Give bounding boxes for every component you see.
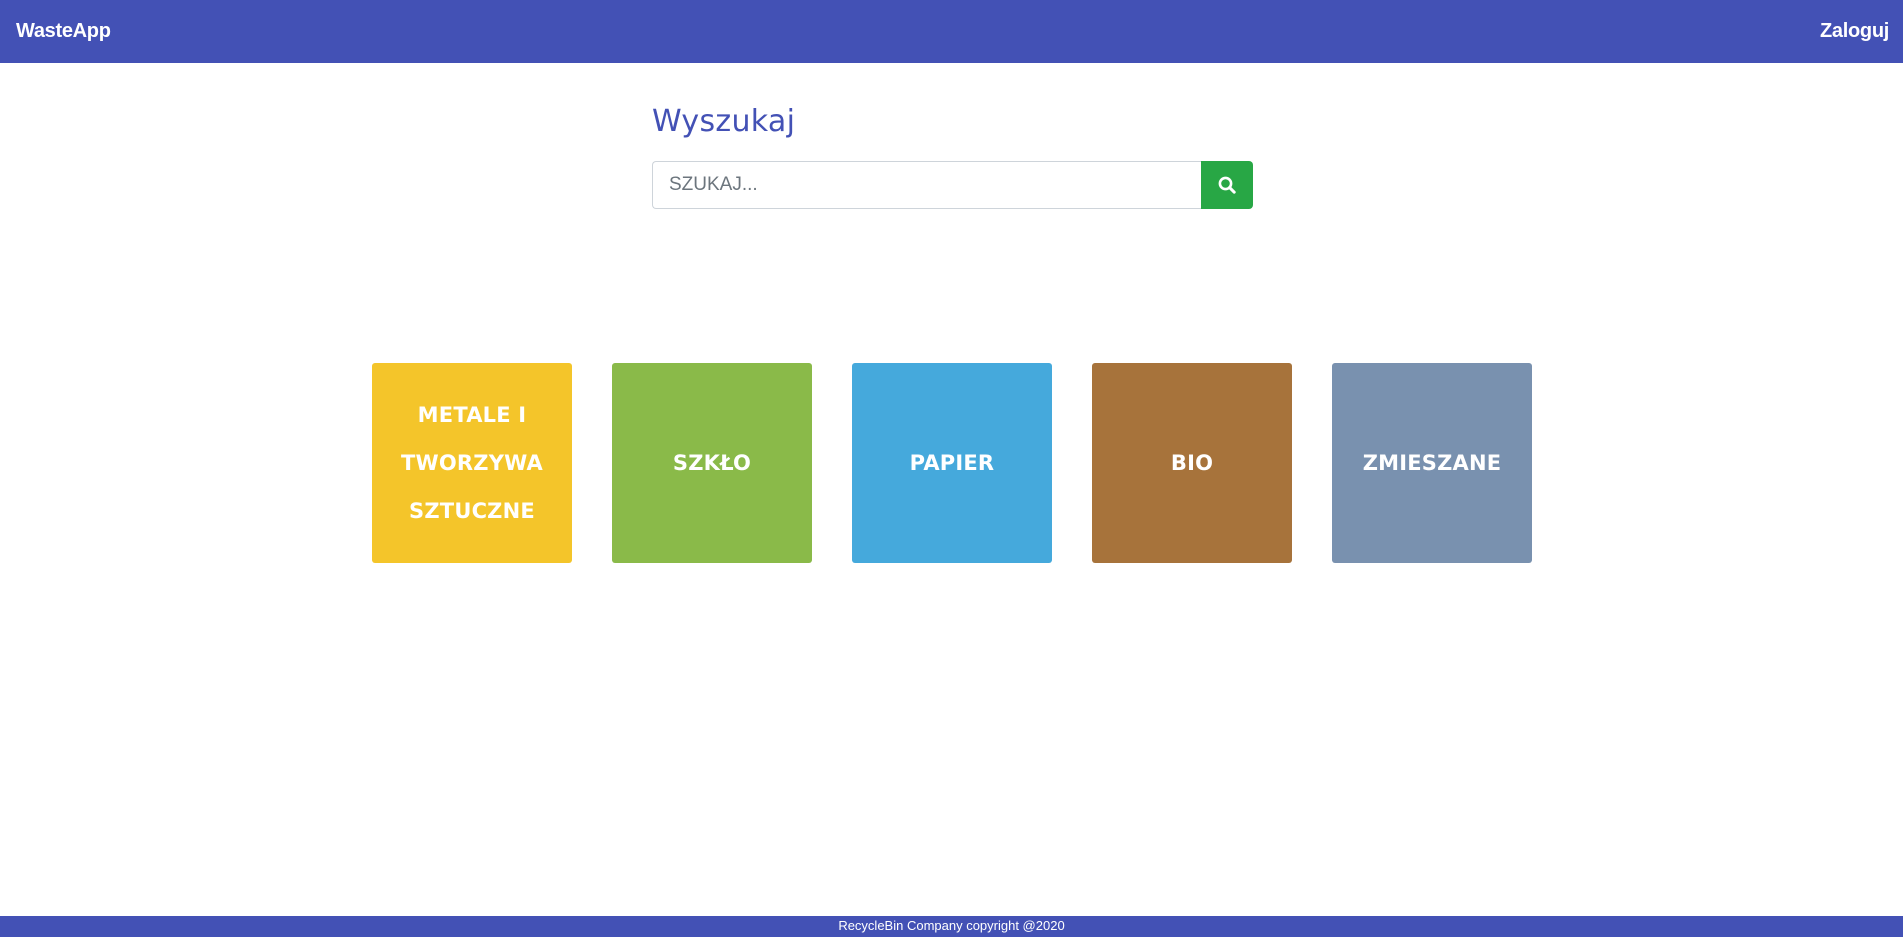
search-button[interactable] (1201, 161, 1253, 209)
category-tile-metale-tworzywa[interactable]: METALE I TWORZYWA SZTUCZNE (372, 363, 572, 563)
search-icon (1218, 176, 1236, 194)
category-tile-bio[interactable]: BIO (1092, 363, 1292, 563)
footer-text: RecycleBin Company copyright @2020 (838, 918, 1065, 933)
navbar: WasteApp Zaloguj (0, 0, 1903, 63)
search-input[interactable] (652, 161, 1201, 209)
search-section: Wyszukaj (652, 104, 1253, 209)
category-label: BIO (1170, 451, 1214, 475)
category-tile-szklo[interactable]: SZKŁO (612, 363, 812, 563)
category-tile-zmieszane[interactable]: ZMIESZANE (1332, 363, 1532, 563)
brand-logo[interactable]: WasteApp (16, 20, 111, 43)
category-label: PAPIER (909, 451, 995, 475)
category-label: ZMIESZANE (1362, 451, 1502, 475)
login-link[interactable]: Zaloguj (1820, 20, 1889, 43)
category-label: METALE I TWORZYWA SZTUCZNE (400, 403, 544, 523)
category-label: SZKŁO (672, 451, 752, 475)
search-group (652, 161, 1253, 209)
search-title: Wyszukaj (652, 104, 796, 139)
category-tile-papier[interactable]: PAPIER (852, 363, 1052, 563)
footer: RecycleBin Company copyright @2020 (0, 916, 1903, 937)
